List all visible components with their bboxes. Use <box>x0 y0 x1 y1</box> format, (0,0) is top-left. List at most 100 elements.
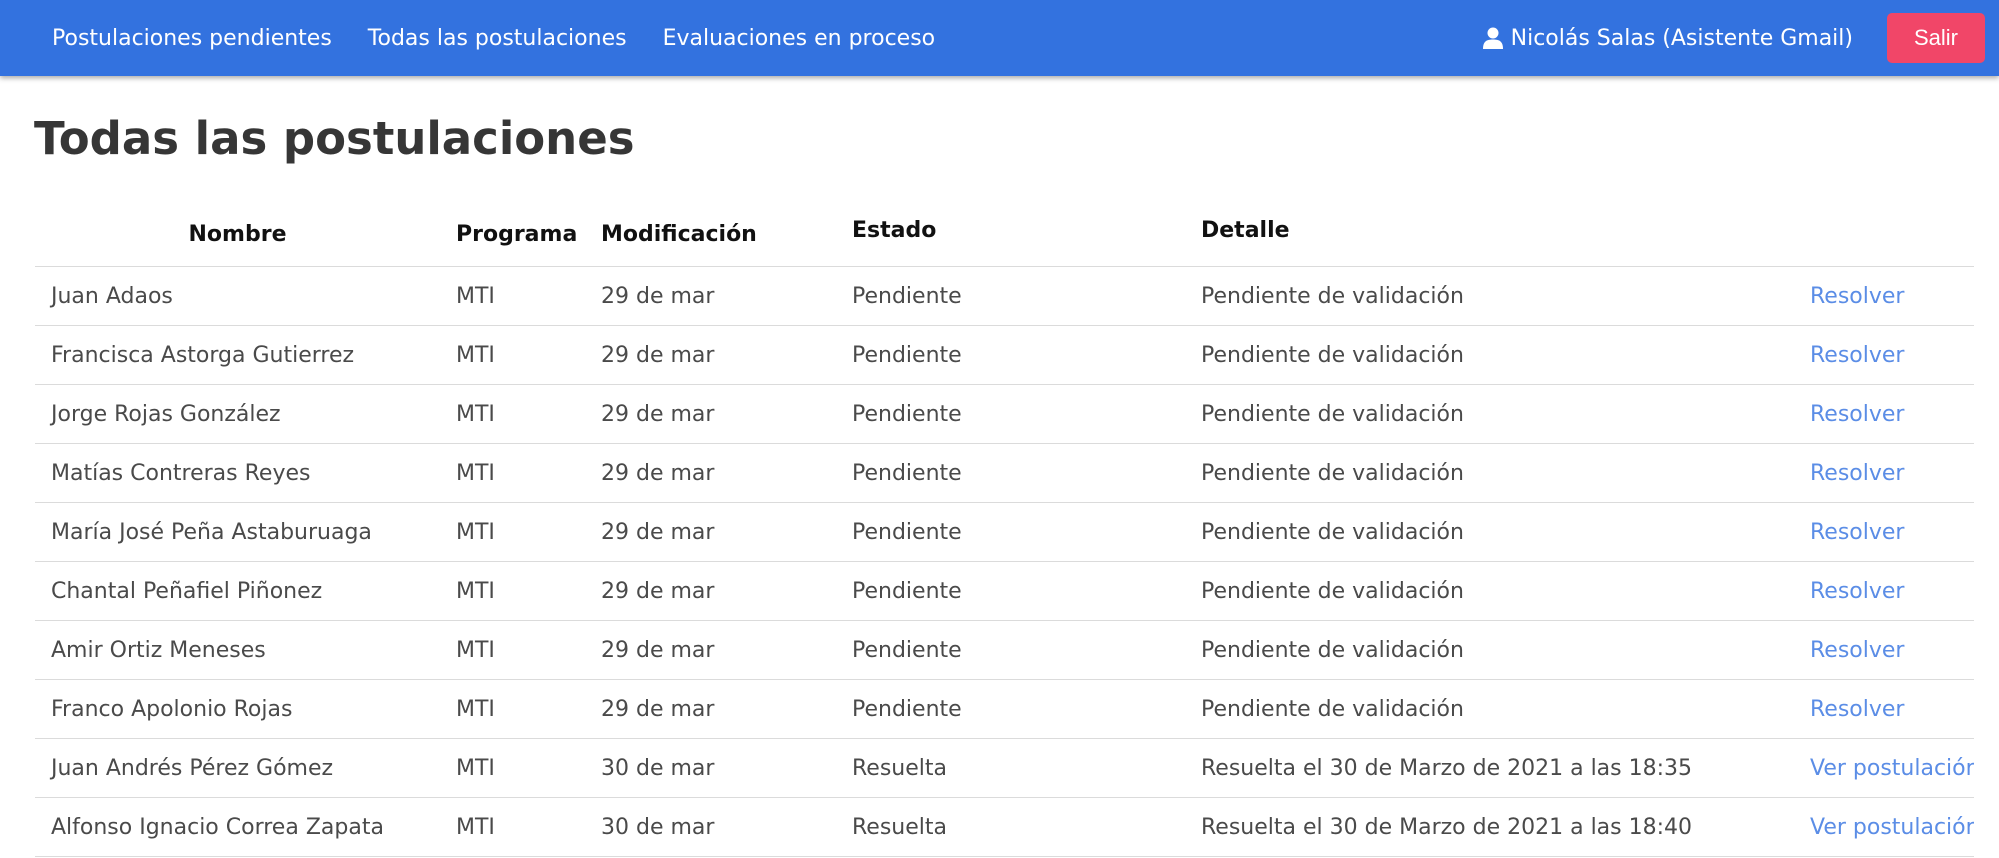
cell-nombre: Jorge Rojas González <box>35 384 440 444</box>
view-application-link[interactable]: Ver postulación <box>1810 756 1974 781</box>
table-row: Matías Contreras Reyes MTI 29 de mar Pen… <box>35 443 1974 503</box>
table-header-row: Nombre Programa Modificación Estado Deta… <box>35 202 1974 267</box>
cell-programa: MTI <box>440 679 585 739</box>
user-name: Nicolás Salas (Asistente Gmail) <box>1510 25 1853 51</box>
cell-modificacion: 29 de mar <box>585 620 836 680</box>
cell-accion: Ver postulación <box>1794 738 1974 798</box>
cell-detalle: Pendiente de validación <box>1185 620 1794 680</box>
cell-programa: MTI <box>440 738 585 798</box>
cell-programa: MTI <box>440 384 585 444</box>
table-body: Juan Adaos MTI 29 de mar Pendiente Pendi… <box>35 266 1974 857</box>
nav-link-pending[interactable]: Postulaciones pendientes <box>52 26 332 51</box>
cell-accion: Resolver <box>1794 384 1974 444</box>
cell-accion: Resolver <box>1794 443 1974 503</box>
table-row: Jorge Rojas González MTI 29 de mar Pendi… <box>35 384 1974 444</box>
nav-links: Postulaciones pendientes Todas las postu… <box>52 26 971 51</box>
cell-detalle: Pendiente de validación <box>1185 443 1794 503</box>
cell-nombre: Chantal Peñafiel Piñonez <box>35 561 440 621</box>
cell-nombre: Juan Adaos <box>35 266 440 326</box>
cell-nombre: Amir Ortiz Meneses <box>35 620 440 680</box>
top-navbar: Postulaciones pendientes Todas las postu… <box>0 0 1999 76</box>
resolve-link[interactable]: Resolver <box>1810 520 1904 545</box>
cell-modificacion: 29 de mar <box>585 502 836 562</box>
cell-estado: Pendiente <box>836 384 1185 444</box>
cell-programa: MTI <box>440 325 585 385</box>
cell-modificacion: 29 de mar <box>585 266 836 326</box>
logout-button[interactable]: Salir <box>1887 13 1985 63</box>
applications-table: Nombre Programa Modificación Estado Deta… <box>35 202 1974 857</box>
cell-detalle: Pendiente de validación <box>1185 561 1794 621</box>
cell-modificacion: 29 de mar <box>585 561 836 621</box>
cell-modificacion: 30 de mar <box>585 797 836 857</box>
cell-estado: Pendiente <box>836 443 1185 503</box>
header-modificacion: Modificación <box>585 202 836 267</box>
cell-accion: Resolver <box>1794 266 1974 326</box>
cell-programa: MTI <box>440 502 585 562</box>
cell-modificacion: 29 de mar <box>585 679 836 739</box>
header-programa: Programa <box>440 202 585 267</box>
cell-accion: Resolver <box>1794 502 1974 562</box>
user-info[interactable]: Nicolás Salas (Asistente Gmail) <box>1482 25 1853 51</box>
cell-modificacion: 29 de mar <box>585 325 836 385</box>
page-title: Todas las postulaciones <box>34 112 635 165</box>
nav-right: Nicolás Salas (Asistente Gmail) Salir <box>1482 0 1985 76</box>
header-nombre: Nombre <box>35 202 440 267</box>
cell-accion: Resolver <box>1794 620 1974 680</box>
table-row: Amir Ortiz Meneses MTI 29 de mar Pendien… <box>35 620 1974 680</box>
cell-modificacion: 29 de mar <box>585 443 836 503</box>
cell-detalle: Pendiente de validación <box>1185 502 1794 562</box>
table-row: Juan Andrés Pérez Gómez MTI 30 de mar Re… <box>35 738 1974 798</box>
resolve-link[interactable]: Resolver <box>1810 579 1904 604</box>
view-application-link[interactable]: Ver postulación <box>1810 815 1974 840</box>
cell-nombre: Matías Contreras Reyes <box>35 443 440 503</box>
cell-estado: Resuelta <box>836 738 1185 798</box>
cell-programa: MTI <box>440 443 585 503</box>
cell-nombre: María José Peña Astaburuaga <box>35 502 440 562</box>
resolve-link[interactable]: Resolver <box>1810 638 1904 663</box>
cell-nombre: Juan Andrés Pérez Gómez <box>35 738 440 798</box>
resolve-link[interactable]: Resolver <box>1810 284 1904 309</box>
nav-link-all[interactable]: Todas las postulaciones <box>368 26 627 51</box>
table-row: Chantal Peñafiel Piñonez MTI 29 de mar P… <box>35 561 1974 621</box>
table-row: Juan Adaos MTI 29 de mar Pendiente Pendi… <box>35 266 1974 326</box>
cell-detalle: Pendiente de validación <box>1185 679 1794 739</box>
table-row: Franco Apolonio Rojas MTI 29 de mar Pend… <box>35 679 1974 739</box>
cell-accion: Resolver <box>1794 679 1974 739</box>
cell-estado: Pendiente <box>836 325 1185 385</box>
header-accion <box>1794 202 1974 267</box>
cell-modificacion: 29 de mar <box>585 384 836 444</box>
cell-programa: MTI <box>440 797 585 857</box>
table-row: María José Peña Astaburuaga MTI 29 de ma… <box>35 502 1974 562</box>
header-detalle: Detalle <box>1185 202 1794 267</box>
cell-accion: Resolver <box>1794 325 1974 385</box>
cell-programa: MTI <box>440 561 585 621</box>
table-row: Francisca Astorga Gutierrez MTI 29 de ma… <box>35 325 1974 385</box>
cell-estado: Pendiente <box>836 679 1185 739</box>
cell-accion: Ver postulación <box>1794 797 1974 857</box>
cell-programa: MTI <box>440 620 585 680</box>
cell-estado: Pendiente <box>836 502 1185 562</box>
resolve-link[interactable]: Resolver <box>1810 343 1904 368</box>
cell-estado: Pendiente <box>836 561 1185 621</box>
cell-estado: Resuelta <box>836 797 1185 857</box>
cell-detalle: Resuelta el 30 de Marzo de 2021 a las 18… <box>1185 797 1794 857</box>
resolve-link[interactable]: Resolver <box>1810 402 1904 427</box>
cell-estado: Pendiente <box>836 620 1185 680</box>
cell-nombre: Alfonso Ignacio Correa Zapata <box>35 797 440 857</box>
user-icon <box>1482 27 1503 49</box>
cell-nombre: Francisca Astorga Gutierrez <box>35 325 440 385</box>
cell-detalle: Pendiente de validación <box>1185 325 1794 385</box>
cell-detalle: Resuelta el 30 de Marzo de 2021 a las 18… <box>1185 738 1794 798</box>
cell-modificacion: 30 de mar <box>585 738 836 798</box>
cell-accion: Resolver <box>1794 561 1974 621</box>
resolve-link[interactable]: Resolver <box>1810 697 1904 722</box>
cell-detalle: Pendiente de validación <box>1185 384 1794 444</box>
cell-programa: MTI <box>440 266 585 326</box>
table-row: Alfonso Ignacio Correa Zapata MTI 30 de … <box>35 797 1974 857</box>
header-estado: Estado <box>836 202 1185 267</box>
nav-link-evaluations[interactable]: Evaluaciones en proceso <box>663 26 936 51</box>
cell-estado: Pendiente <box>836 266 1185 326</box>
cell-nombre: Franco Apolonio Rojas <box>35 679 440 739</box>
resolve-link[interactable]: Resolver <box>1810 461 1904 486</box>
cell-detalle: Pendiente de validación <box>1185 266 1794 326</box>
